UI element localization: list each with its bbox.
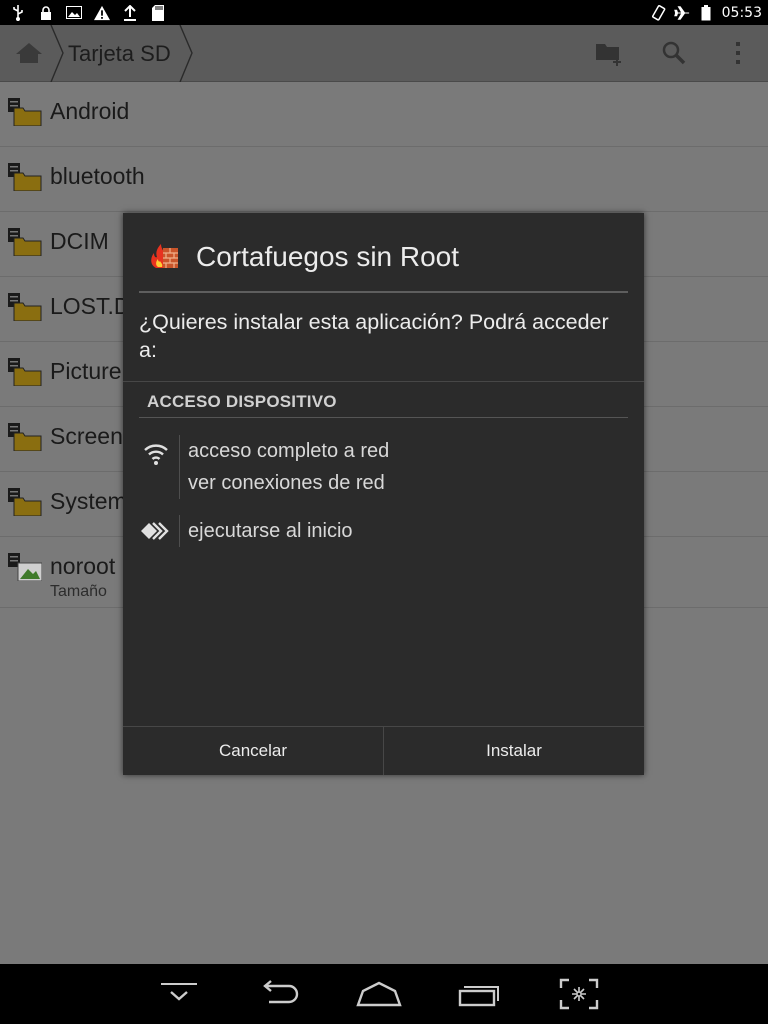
usb-icon <box>10 4 26 21</box>
app-bar: Tarjeta SD <box>0 25 768 82</box>
firewall-app-icon <box>151 244 178 268</box>
folder-icon <box>8 293 42 321</box>
divider <box>179 435 180 499</box>
breadcrumb-item[interactable]: Tarjeta SD <box>50 41 179 67</box>
dialog-header: Cortafuegos sin Root <box>123 213 644 295</box>
screenshot-icon <box>559 978 599 1010</box>
breadcrumb[interactable]: Tarjeta SD <box>50 25 193 82</box>
divider <box>139 291 628 293</box>
file-size: Tamaño <box>50 583 107 600</box>
list-item[interactable]: bluetooth <box>0 147 768 212</box>
screenshot-button[interactable] <box>551 974 607 1014</box>
permission-item: ejecutarse al inicio <box>188 520 353 542</box>
dialog-button-bar: Cancelar Instalar <box>123 726 644 775</box>
airplane-icon <box>673 5 690 21</box>
home-icon <box>356 981 402 1007</box>
clock: 05:53 <box>721 4 762 21</box>
image-icon <box>66 5 82 21</box>
file-name: DCIM <box>50 228 109 254</box>
file-name: bluetooth <box>50 163 145 189</box>
new-folder-button[interactable] <box>590 33 630 73</box>
install-question: ¿Quieres instalar esta aplicación? Podrá… <box>139 310 609 362</box>
navigation-bar <box>0 964 768 1024</box>
file-name: System <box>50 488 127 514</box>
divider <box>123 381 644 382</box>
file-name: Android <box>50 98 130 124</box>
permission-item: ver conexiones de red <box>188 472 385 494</box>
back-button[interactable] <box>251 974 307 1014</box>
sd-card-icon <box>150 4 166 21</box>
apk-icon <box>8 553 42 581</box>
cancel-button[interactable]: Cancelar <box>123 727 383 775</box>
home-nav-button[interactable] <box>351 974 407 1014</box>
home-icon <box>16 43 42 63</box>
file-name: Screen <box>50 423 123 449</box>
warning-icon <box>94 5 110 21</box>
chevron-down-icon <box>161 983 197 1001</box>
back-icon <box>263 980 299 1004</box>
permission-item: acceso completo a red <box>188 440 390 462</box>
folder-icon <box>8 423 42 451</box>
status-bar: 05:53 <box>0 0 768 25</box>
breadcrumb-separator-icon <box>179 25 193 82</box>
overflow-menu-icon <box>736 42 740 64</box>
breadcrumb-separator-icon <box>50 25 64 82</box>
overflow-menu-button[interactable] <box>718 33 758 73</box>
startup-icon <box>139 516 173 546</box>
lock-icon <box>38 5 54 21</box>
folder-icon <box>8 358 42 386</box>
wifi-icon <box>139 439 173 469</box>
file-name: LOST.D <box>50 293 131 319</box>
recent-apps-button[interactable] <box>451 974 507 1014</box>
file-name: noroot <box>50 553 116 579</box>
install-button[interactable]: Instalar <box>383 727 644 775</box>
battery-icon <box>698 4 714 21</box>
home-button[interactable] <box>6 31 52 75</box>
folder-icon <box>8 163 42 191</box>
recent-apps-icon <box>458 986 499 1007</box>
divider <box>139 417 628 418</box>
folder-icon <box>8 228 42 256</box>
install-dialog: Cortafuegos sin Root ¿Quieres instalar e… <box>123 213 644 775</box>
rotate-icon <box>650 4 666 21</box>
divider <box>179 515 180 547</box>
upload-icon <box>122 4 138 21</box>
list-item[interactable]: Android <box>0 82 768 147</box>
search-icon <box>662 41 686 65</box>
permission-section-title: ACCESO DISPOSITIVO <box>147 392 337 411</box>
folder-icon <box>8 488 42 516</box>
folder-icon <box>8 98 42 126</box>
dialog-title: Cortafuegos sin Root <box>196 241 460 272</box>
new-folder-icon <box>596 44 621 66</box>
search-button[interactable] <box>654 33 694 73</box>
file-name: Picture <box>50 358 122 384</box>
hide-keyboard-button[interactable] <box>151 974 207 1014</box>
